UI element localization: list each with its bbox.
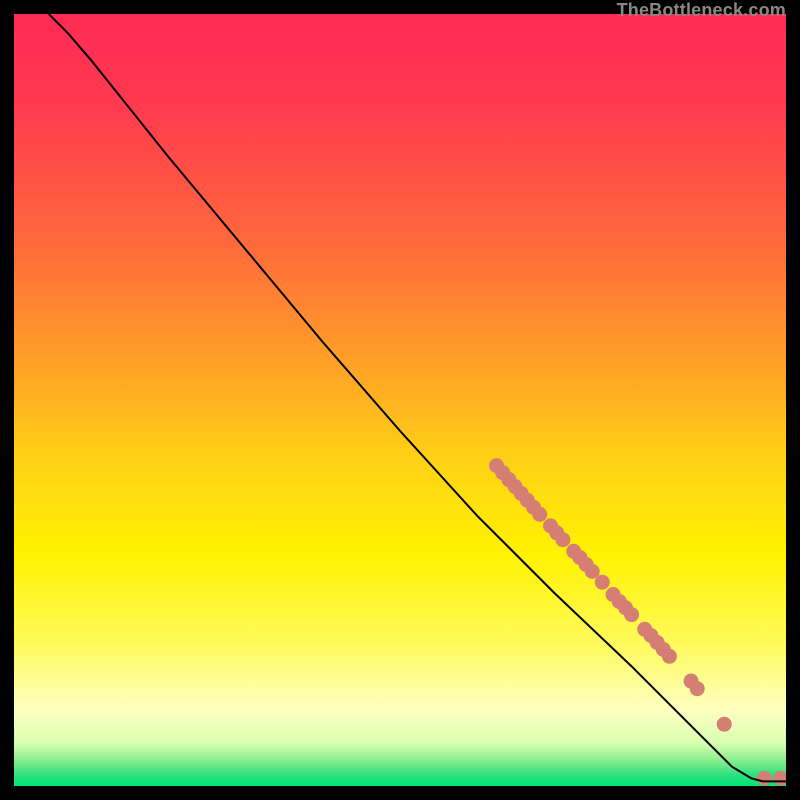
marker-group bbox=[489, 458, 786, 786]
data-point-marker bbox=[624, 607, 639, 622]
chart-frame: TheBottleneck.com bbox=[14, 14, 786, 786]
bottleneck-curve-line bbox=[49, 14, 786, 781]
chart-overlay-svg bbox=[14, 14, 786, 786]
data-point-marker bbox=[595, 575, 610, 590]
data-point-marker bbox=[757, 771, 772, 786]
data-point-marker bbox=[717, 717, 732, 732]
data-point-marker bbox=[690, 681, 705, 696]
data-point-marker bbox=[662, 649, 677, 664]
data-point-marker bbox=[555, 532, 570, 547]
watermark-text: TheBottleneck.com bbox=[617, 0, 786, 21]
data-point-marker bbox=[532, 507, 547, 522]
data-point-marker bbox=[773, 771, 786, 786]
